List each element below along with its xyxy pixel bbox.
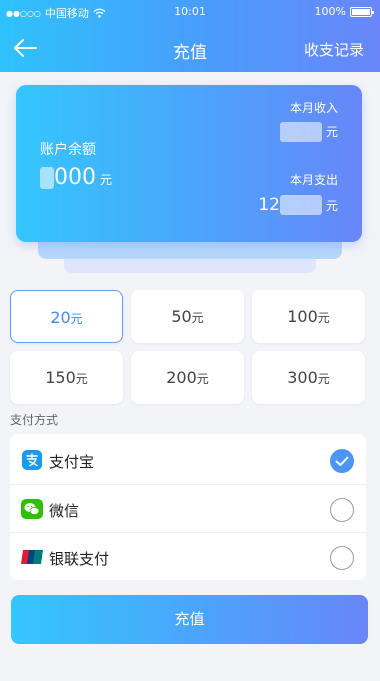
amount-option-100[interactable]: 100元 [252, 290, 365, 343]
balance-value: 000 元 [40, 165, 112, 190]
amount-unit: 元 [196, 372, 209, 386]
unionpay-icon [21, 550, 43, 564]
amount-value: 100 [287, 307, 318, 326]
amount-unit: 元 [70, 312, 83, 326]
wechat-icon [21, 499, 43, 519]
amount-unit: 元 [75, 372, 88, 386]
amount-value: 300 [287, 368, 318, 387]
income-label: 本月收入 [289, 101, 338, 115]
amount-value: 150 [45, 368, 76, 387]
account-card: 账户余额 000 元 本月收入 元 本月支出 12 元 [16, 85, 362, 242]
status-bar: ●●○○○ 中国移动 10:01 100% [0, 0, 380, 22]
navigation-bar: 充值 收支记录 [0, 30, 380, 68]
header: ●●○○○ 中国移动 10:01 100% 充值 收支记录 [0, 0, 380, 72]
amount-value: 20 [50, 308, 71, 327]
battery-icon [350, 6, 374, 17]
alipay-icon [22, 450, 42, 470]
records-link[interactable]: 收支记录 [304, 39, 364, 60]
expense-label: 本月支出 [289, 173, 338, 187]
radio-button[interactable] [330, 546, 354, 570]
amount-option-300[interactable]: 300元 [252, 351, 365, 404]
payment-option-wechat[interactable]: 微信 [10, 484, 366, 532]
income-unit: 元 [325, 125, 338, 139]
balance-unit: 元 [100, 173, 113, 187]
amount-unit: 元 [317, 311, 330, 325]
amount-option-200[interactable]: 200元 [131, 351, 244, 404]
recharge-submit-button[interactable]: 充值 [11, 595, 368, 644]
status-right: 100% [314, 5, 374, 18]
payment-name: 银联支付 [49, 550, 110, 568]
payment-section-title: 支付方式 [10, 413, 59, 427]
amount-value: 50 [171, 307, 192, 326]
payment-name: 支付宝 [49, 453, 95, 471]
amount-option-20[interactable]: 20元 [10, 290, 123, 343]
balance-amount: 000 [54, 165, 96, 190]
redaction-mask [279, 121, 322, 142]
payment-option-alipay[interactable]: 支付宝 [10, 436, 366, 484]
payment-name: 微信 [49, 502, 80, 520]
income-value: 元 [279, 121, 338, 142]
amount-option-50[interactable]: 50元 [131, 290, 244, 343]
payment-method-list: 支付宝 微信 银联支付 [10, 434, 366, 580]
redaction-mask [40, 167, 54, 189]
battery-percent: 100% [314, 5, 346, 18]
amount-value: 200 [166, 368, 197, 387]
amount-unit: 元 [191, 311, 204, 325]
redaction-mask [279, 195, 322, 215]
expense-amount: 12 [258, 195, 280, 215]
expense-value: 12 元 [258, 195, 338, 215]
payment-option-unionpay[interactable]: 银联支付 [10, 532, 366, 580]
balance-label: 账户余额 [40, 142, 96, 158]
amount-option-150[interactable]: 150元 [10, 351, 123, 404]
selected-check-icon[interactable] [330, 449, 354, 473]
radio-button[interactable] [330, 498, 354, 522]
expense-unit: 元 [325, 199, 338, 213]
amount-unit: 元 [317, 372, 330, 386]
